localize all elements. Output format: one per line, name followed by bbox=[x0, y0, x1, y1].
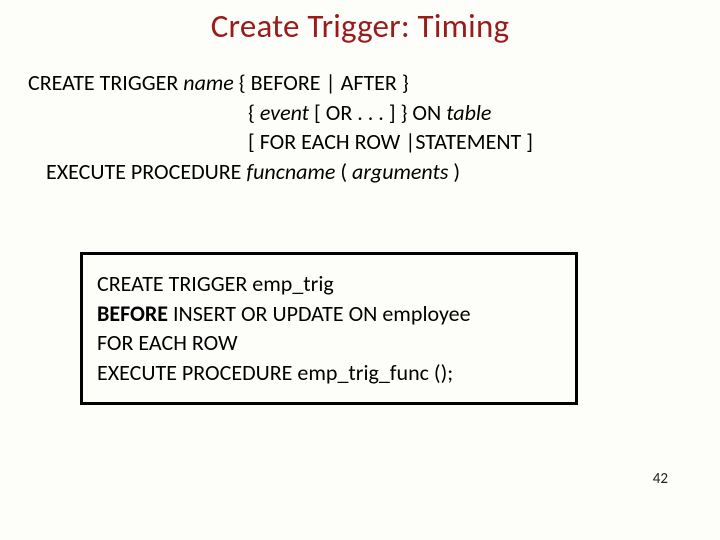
syntax-block: CREATE TRIGGER name { BEFORE | AFTER } {… bbox=[28, 68, 533, 187]
example-line-4: EXECUTE PROCEDURE emp_trig_func (); bbox=[97, 358, 561, 388]
syntax-name: name bbox=[183, 69, 234, 96]
text: [ OR . . . ] } ON bbox=[309, 99, 446, 126]
text: CREATE TRIGGER bbox=[28, 69, 183, 96]
text: { BEFORE | AFTER } bbox=[234, 69, 409, 96]
text: INSERT OR UPDATE ON employee bbox=[168, 300, 471, 327]
text: { bbox=[248, 99, 260, 126]
syntax-line-2: { event [ OR . . . ] } ON table bbox=[28, 98, 533, 128]
text: [ FOR EACH ROW |STATEMENT ] bbox=[248, 128, 533, 155]
example-line-1: CREATE TRIGGER emp_trig bbox=[97, 269, 561, 299]
syntax-arguments: arguments bbox=[352, 158, 448, 185]
page-number: 42 bbox=[653, 470, 668, 488]
syntax-event: event bbox=[260, 99, 309, 126]
keyword-before: BEFORE bbox=[97, 300, 168, 327]
example-line-3: FOR EACH ROW bbox=[97, 328, 561, 358]
text: ) bbox=[448, 158, 460, 185]
syntax-line-3: [ FOR EACH ROW |STATEMENT ] bbox=[28, 127, 533, 157]
example-box: CREATE TRIGGER emp_trig BEFORE INSERT OR… bbox=[80, 252, 578, 405]
syntax-table: table bbox=[446, 99, 491, 126]
slide: Create Trigger: Timing CREATE TRIGGER na… bbox=[0, 0, 720, 540]
syntax-line-1: CREATE TRIGGER name { BEFORE | AFTER } bbox=[28, 68, 533, 98]
example-line-2: BEFORE INSERT OR UPDATE ON employee bbox=[97, 299, 561, 329]
syntax-funcname: funcname bbox=[246, 158, 335, 185]
text: ( bbox=[335, 158, 352, 185]
slide-title: Create Trigger: Timing bbox=[0, 6, 720, 46]
syntax-line-4: EXECUTE PROCEDURE funcname ( arguments ) bbox=[28, 157, 533, 187]
text: EXECUTE PROCEDURE bbox=[46, 158, 246, 185]
